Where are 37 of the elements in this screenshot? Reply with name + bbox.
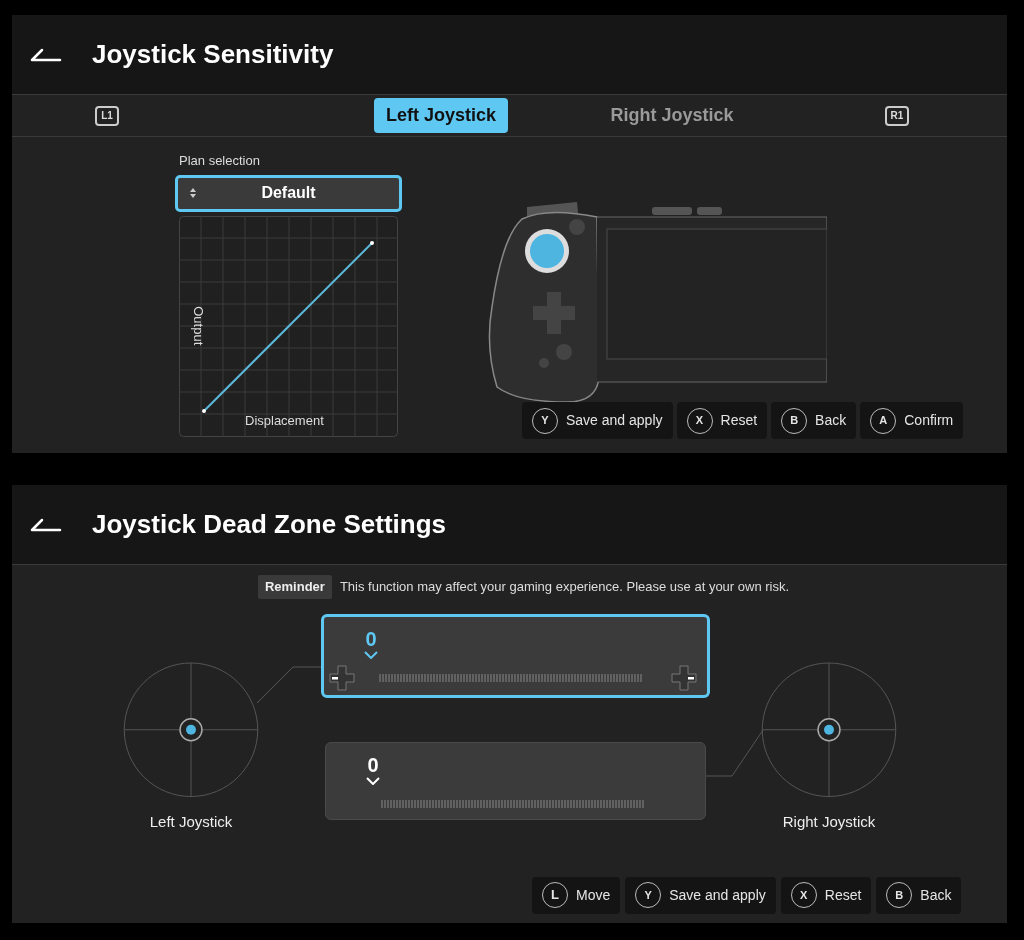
hint-button[interactable]: A Confirm xyxy=(860,402,964,439)
hint-button[interactable]: Y Save and apply xyxy=(625,876,776,914)
page-title: Joystick Dead Zone Settings xyxy=(92,508,446,541)
dead-zone-slider[interactable]: 0 xyxy=(321,613,710,698)
axis-label: Output xyxy=(190,305,208,345)
dpad-minus-icon xyxy=(329,664,355,691)
joystick-crosshair-icon xyxy=(123,661,259,797)
leader-line xyxy=(256,665,322,704)
chevron-down-icon xyxy=(366,776,380,785)
joystick-tab[interactable]: Left Joystick xyxy=(373,98,508,133)
reminder-text: This function may affect your gaming experience. Please use at your own risk. xyxy=(339,578,790,596)
page-title: Joystick Sensitivity xyxy=(92,38,334,71)
joystick-label: Right Joystick xyxy=(782,812,876,832)
hint-button[interactable]: B Back xyxy=(771,402,857,439)
axis-label: Displacement xyxy=(245,412,324,430)
slider-value: 0 xyxy=(367,752,379,777)
joystick-tab[interactable]: Right Joystick xyxy=(598,98,746,133)
dead-zone-slider[interactable]: 0 xyxy=(325,741,706,820)
back-arrow-icon[interactable] xyxy=(30,516,62,533)
back-arrow-icon[interactable] xyxy=(30,46,62,63)
plan-label: Plan selection xyxy=(179,152,260,170)
chevron-down-icon xyxy=(364,650,378,659)
hint-button[interactable]: L Move xyxy=(532,876,621,914)
reminder-tag: Reminder xyxy=(257,575,332,599)
slider-value: 0 xyxy=(365,626,377,651)
sort-arrows-icon xyxy=(190,188,196,198)
bumper-key[interactable]: R1 xyxy=(885,105,909,126)
hint-button[interactable]: X Reset xyxy=(780,876,872,914)
plan-dropdown[interactable]: Default xyxy=(175,174,402,212)
joystick-crosshair-icon xyxy=(761,661,897,797)
hint-button[interactable]: X Reset xyxy=(676,402,768,439)
hint-button[interactable]: B Back xyxy=(876,876,962,914)
bumper-key[interactable]: L1 xyxy=(95,105,119,126)
leader-line xyxy=(706,728,764,777)
dpad-minus-icon xyxy=(671,664,697,691)
hint-button[interactable]: Y Save and apply xyxy=(522,402,673,439)
joystick-label: Left Joystick xyxy=(149,812,233,832)
